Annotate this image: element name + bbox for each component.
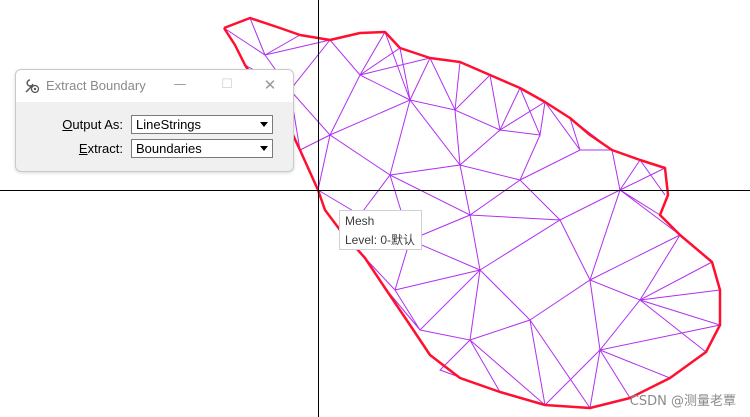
- output-as-value: LineStrings: [136, 117, 202, 132]
- output-as-dropdown[interactable]: LineStrings: [131, 115, 273, 134]
- close-button[interactable]: ✕: [261, 76, 279, 94]
- tooltip-level: Level: 0-默认: [345, 233, 416, 247]
- cad-viewport[interactable]: Mesh Level: 0-默认 CSDN @测量老覃: [0, 0, 750, 417]
- tin-mesh-drawing: [222, 16, 722, 410]
- maximize-button[interactable]: ☐: [218, 76, 236, 94]
- element-tooltip: Mesh Level: 0-默认: [339, 210, 422, 250]
- extract-label: Extract:: [78, 141, 123, 156]
- crosshair-vertical: [318, 0, 319, 417]
- chevron-down-icon: [260, 146, 268, 151]
- dialog-title: Extract Boundary: [46, 78, 146, 93]
- extract-value: Boundaries: [136, 141, 202, 156]
- extract-dropdown[interactable]: Boundaries: [131, 139, 273, 158]
- watermark: CSDN @测量老覃: [629, 394, 736, 409]
- minimize-button[interactable]: —: [171, 76, 189, 94]
- mesh-triangle-edges: [223, 17, 722, 410]
- extract-boundary-dialog: Extract Boundary — ☐ ✕ Output As: LineSt…: [15, 69, 294, 172]
- wrench-gear-icon: [25, 79, 40, 94]
- output-as-label: Output As:: [62, 117, 123, 132]
- dialog-titlebar[interactable]: Extract Boundary — ☐ ✕: [16, 70, 293, 102]
- tooltip-element-type: Mesh: [345, 214, 375, 228]
- chevron-down-icon: [260, 122, 268, 127]
- crosshair-horizontal: [0, 190, 750, 191]
